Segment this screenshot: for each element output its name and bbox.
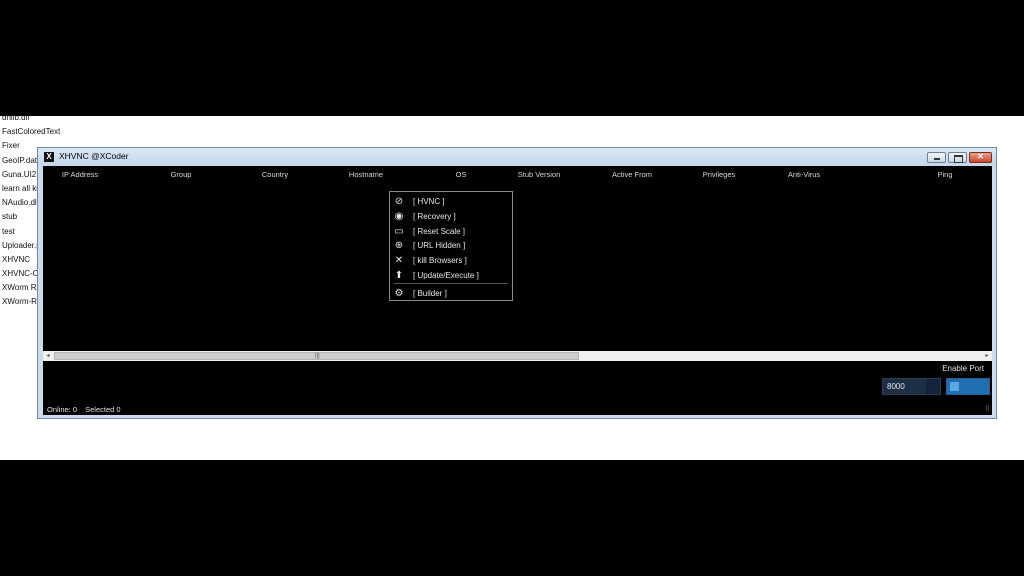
close-icon: ✕ [977,152,984,161]
scroll-right-icon[interactable]: ▸ [982,351,992,361]
menu-item-builder[interactable]: ⚙ [ Builder ] [390,287,512,301]
menu-item-reset-scale[interactable]: ▭ [ Reset Scale ] [390,225,512,239]
menu-item-label: [ Builder ] [413,289,447,298]
client-area: IP Address Group Country Hostname OS Stu… [43,166,992,415]
app-icon: X [44,152,54,162]
enable-port-label: Enable Port [942,364,984,373]
title-bar[interactable]: X XHVNC @XCoder ✕ [38,148,996,166]
resize-grip-icon[interactable]: ⠿ [985,405,990,413]
column-header-ip[interactable]: IP Address [62,170,98,179]
scrollbar-thumb[interactable]: ||| [54,352,579,360]
menu-item-label: [ HVNC ] [413,197,445,206]
table-header: IP Address Group Country Hostname OS Stu… [43,166,992,182]
menu-item-label: [ Update/Execute ] [413,271,479,280]
desktop-file[interactable]: dnlib.dll [0,111,60,125]
menu-item-update-execute[interactable]: ⬆ [ Update/Execute ] [390,269,512,283]
close-icon: ✕ [394,255,404,266]
status-bar: Online: 0 Selected 0 [47,405,127,414]
port-input[interactable] [887,381,925,392]
upload-icon: ⬆ [394,270,404,281]
minimize-icon [934,158,940,160]
online-count: Online: 0 [47,405,78,414]
maximize-icon [954,155,963,163]
column-header-active-from[interactable]: Active From [612,170,652,179]
menu-item-kill-browsers[interactable]: ✕ [ kill Browsers ] [390,254,512,268]
menu-item-hvnc[interactable]: ⊘ [ HVNC ] [390,195,512,209]
globe-icon: ⊕ [394,240,404,251]
gear-icon: ⚙ [394,288,404,299]
lock-circle-icon: ◉ [394,211,404,222]
monitor-icon: ▭ [394,226,404,237]
column-header-ping[interactable]: Ping [937,170,952,179]
horizontal-scrollbar[interactable]: ◂ ||| ▸ [43,351,992,361]
scroll-left-icon[interactable]: ◂ [43,351,53,361]
column-header-country[interactable]: Country [262,170,288,179]
column-header-os[interactable]: OS [456,170,467,179]
menu-item-label: [ kill Browsers ] [413,256,467,265]
minimize-button[interactable] [927,152,946,163]
column-header-privileges[interactable]: Privileges [703,170,736,179]
column-header-hostname[interactable]: Hostname [349,170,383,179]
context-menu: ⊘ [ HVNC ] ◉ [ Recovery ] ▭ [ Reset Scal… [389,191,513,301]
column-header-group[interactable]: Group [171,170,192,179]
menu-item-recovery[interactable]: ◉ [ Recovery ] [390,210,512,224]
toggle-knob [950,382,959,391]
port-input-container [882,378,941,395]
app-window: X XHVNC @XCoder ✕ IP Address Group Count… [37,147,997,419]
desktop-file[interactable]: FastColoredTextBox.dll [0,125,60,139]
clients-list[interactable] [43,182,992,350]
close-button[interactable]: ✕ [969,152,992,163]
menu-item-label: [ Reset Scale ] [413,227,466,236]
menu-separator [394,283,508,284]
port-spinner[interactable] [926,379,940,394]
menu-item-label: [ URL Hidden ] [413,241,466,250]
maximize-button[interactable] [948,152,967,163]
selected-count: Selected 0 [85,405,121,414]
menu-item-label: [ Recovery ] [413,212,456,221]
grip-icon: ||| [315,353,320,359]
window-title: XHVNC @XCoder [59,151,129,161]
bottom-panel: Enable Port Online: 0 Selected 0 ⠿ [43,362,992,415]
menu-item-url-hidden[interactable]: ⊕ [ URL Hidden ] [390,239,512,253]
column-header-anti-virus[interactable]: Anti-Virus [788,170,820,179]
enable-port-toggle[interactable] [946,378,990,395]
column-header-stub-version[interactable]: Stub Version [518,170,561,179]
eye-slash-icon: ⊘ [394,196,404,207]
